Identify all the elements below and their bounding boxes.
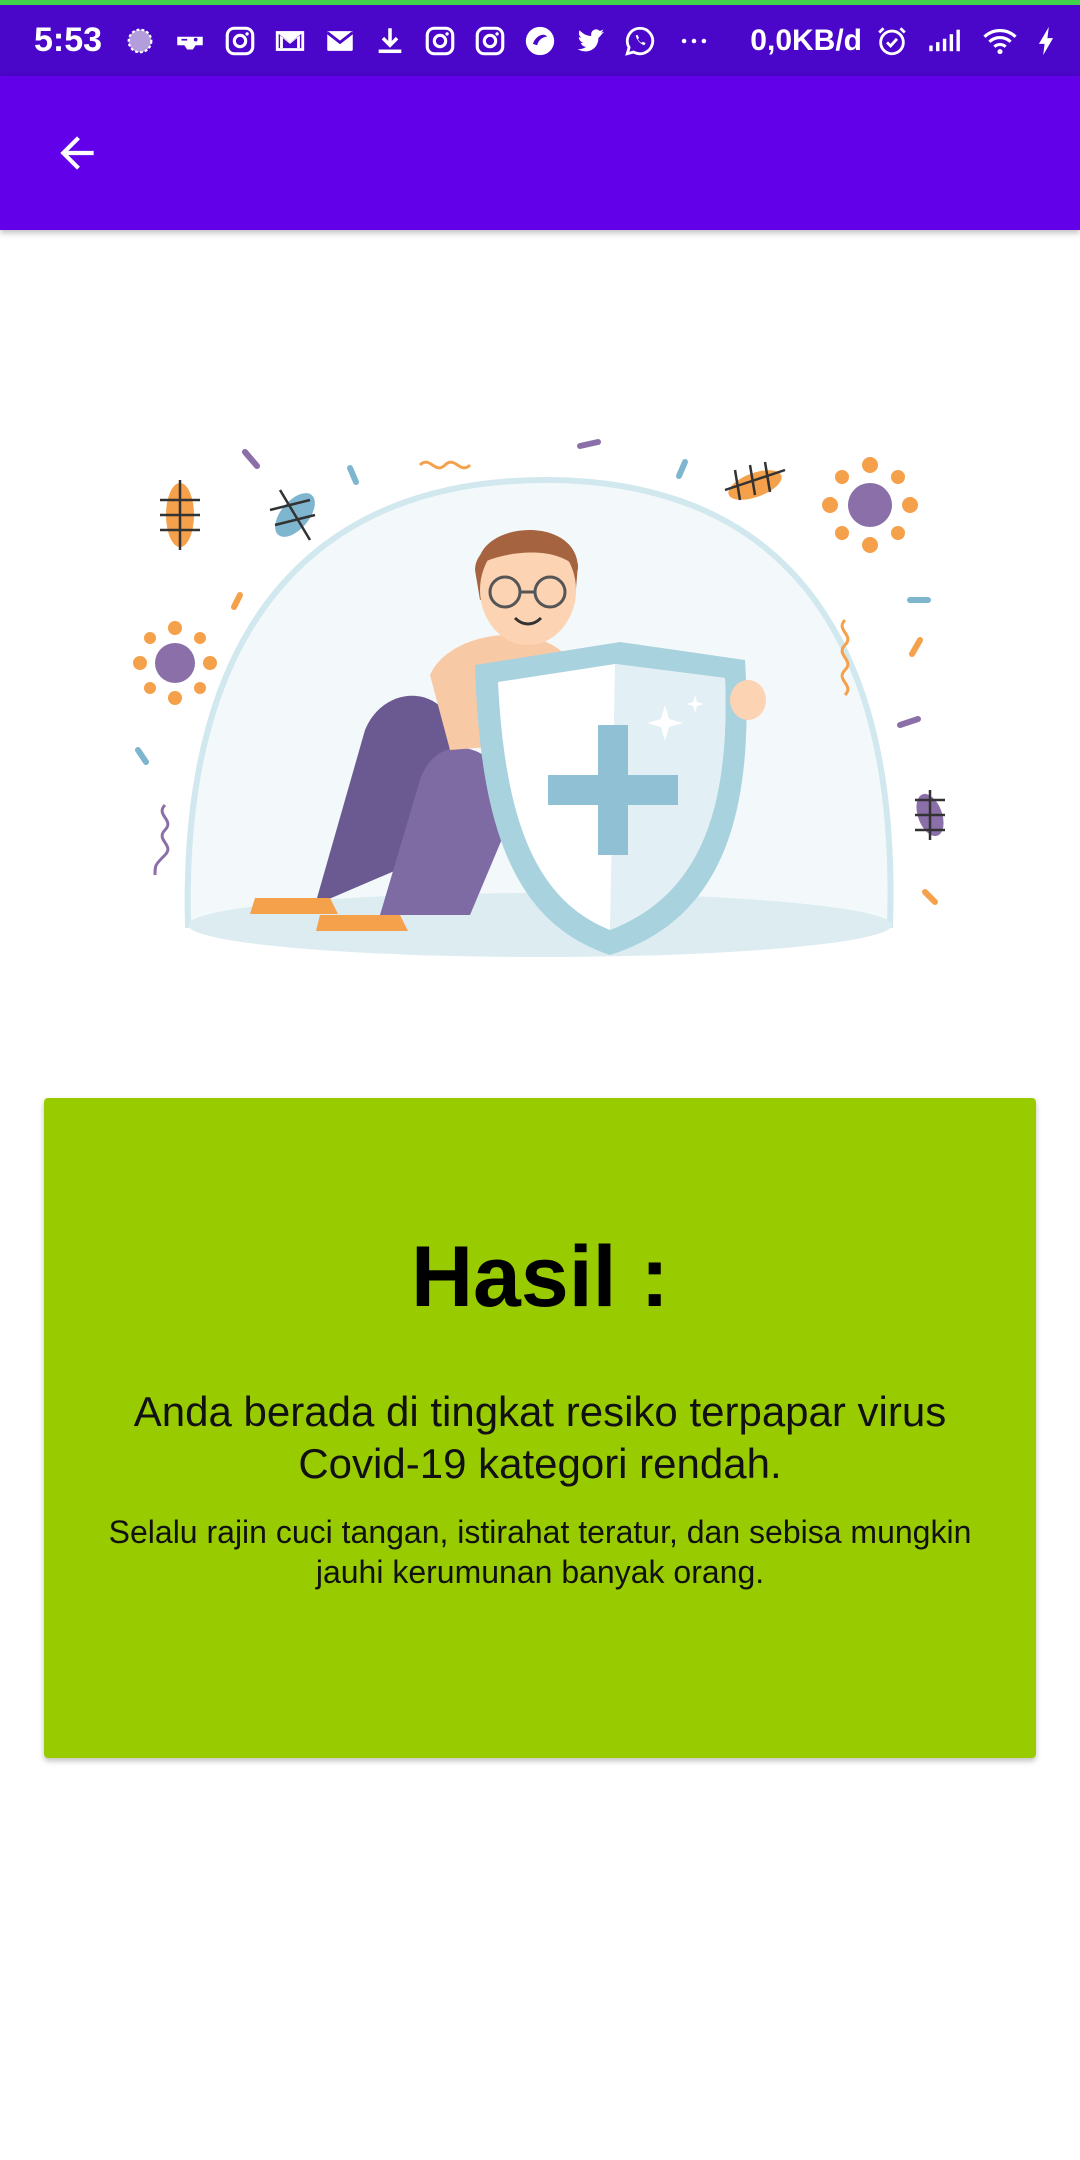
result-title: Hasil : [410,1229,670,1325]
instagram-icon [472,23,508,59]
status-bar: 5:53 0,0KB/d [0,0,1080,76]
assistant-icon [122,23,158,59]
protected-person-shield-illustration [120,420,960,980]
virus-icon [133,621,217,705]
charging-icon [1034,23,1058,59]
app-bar [0,76,1080,230]
germ-icon [269,489,316,541]
wifi-icon [978,23,1022,59]
instagram-icon [422,23,458,59]
instagram-icon [222,23,258,59]
virus-icon [822,457,918,553]
alarm-icon [874,23,910,59]
signal-icon [922,23,966,59]
result-message: Anda berada di tingkat resiko terpapar v… [133,1388,947,1487]
download-icon [372,23,408,59]
browser-icon [522,23,558,59]
mail-icon [322,23,358,59]
germ-icon [724,461,786,501]
result-card: Hasil : Anda berada di tingkat resiko te… [44,1098,1036,1758]
network-speed: 0,0KB/d [750,23,862,57]
arrow-back-icon [60,136,94,170]
system-status: 0,0KB/d [750,23,1058,59]
gmail-icon [272,23,308,59]
notification-icons [122,23,716,59]
germ-icon [915,790,945,840]
back-button[interactable] [40,116,114,190]
game-controller-icon [172,23,208,59]
more-dots-icon [672,23,716,59]
status-time: 5:53 [34,21,103,59]
germ-icon [160,480,200,550]
whatsapp-icon [622,23,658,59]
result-advice: Selalu rajin cuci tangan, istirahat tera… [108,1514,972,1590]
twitter-icon [572,23,608,59]
